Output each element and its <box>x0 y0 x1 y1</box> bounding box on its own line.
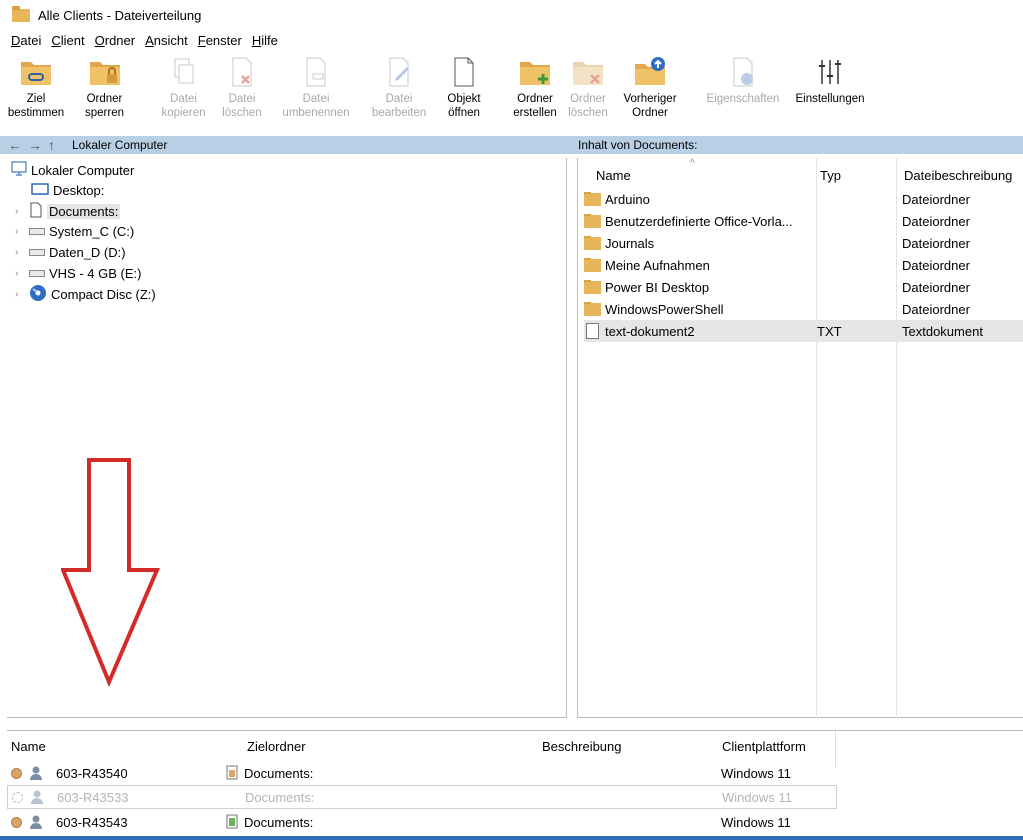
edit-file-button[interactable]: Datei bearbeiten <box>364 54 434 120</box>
lock-folder-button[interactable]: Ordner sperren <box>72 54 137 120</box>
drive-icon <box>29 269 45 277</box>
menu-datei[interactable]: Datei <box>11 33 41 53</box>
column-header-type[interactable]: Typ <box>820 168 841 183</box>
menu-bar: Datei Client Ordner Ansicht Fenster Hilf… <box>0 33 278 53</box>
folder-icon <box>584 213 601 228</box>
folder-link-icon <box>19 54 53 90</box>
folder-add-icon <box>518 54 552 90</box>
toolbar: Ziel bestimmen Ordner sperren Datei kopi… <box>0 54 1023 136</box>
tree-item-desktop[interactable]: Desktop: <box>31 180 104 200</box>
tree-item-documents[interactable]: › Documents: <box>15 201 121 221</box>
document-icon <box>29 202 43 221</box>
up-arrow-icon[interactable]: ↑ <box>48 137 55 153</box>
expand-chevron-icon[interactable]: › <box>15 206 25 217</box>
open-object-icon <box>447 54 481 90</box>
forward-arrow-icon[interactable]: → <box>28 137 42 153</box>
user-icon <box>29 789 45 805</box>
file-row[interactable]: Journals Dateiordner <box>584 232 1023 254</box>
settings-button[interactable]: Einstellungen <box>788 54 872 106</box>
drive-icon <box>29 248 45 256</box>
red-arrow-down-annotation <box>61 458 161 688</box>
navigation-arrows: ← → ↑ <box>0 137 72 153</box>
folder-icon <box>584 257 601 272</box>
folder-lock-icon <box>88 54 122 90</box>
copy-file-button[interactable]: Datei kopieren <box>151 54 216 120</box>
client-list: Name Zielordner Beschreibung Clientplatt… <box>7 730 1023 840</box>
folder-up-icon <box>633 54 667 90</box>
tree-item-local-computer[interactable]: Lokaler Computer <box>11 160 134 180</box>
folder-delete-icon <box>571 54 605 90</box>
file-row-selected[interactable]: text-dokument2 TXT Textdokument <box>584 320 1023 342</box>
folder-icon <box>584 279 601 294</box>
create-folder-button[interactable]: Ordner erstellen <box>506 54 564 120</box>
folder-tree: Lokaler Computer Desktop: › Documents: ›… <box>7 158 567 718</box>
folder-icon <box>12 5 30 22</box>
properties-icon <box>726 54 760 90</box>
folder-icon <box>584 191 601 206</box>
delete-file-button[interactable]: Datei löschen <box>216 54 268 120</box>
status-strip <box>0 836 1023 840</box>
column-header-platform[interactable]: Clientplattform <box>722 739 806 754</box>
rename-file-icon <box>299 54 333 90</box>
edit-file-icon <box>382 54 416 90</box>
menu-hilfe[interactable]: Hilfe <box>252 33 278 53</box>
folder-icon <box>584 301 601 316</box>
status-dot-icon <box>12 791 23 803</box>
file-row[interactable]: Meine Aufnahmen Dateiordner <box>584 254 1023 276</box>
client-row[interactable]: 603-R43543 Documents: Windows 11 <box>7 810 837 834</box>
content-path-label: Inhalt von Documents: <box>578 138 698 152</box>
copy-file-icon <box>167 54 201 90</box>
file-row[interactable]: WindowsPowerShell Dateiordner <box>584 298 1023 320</box>
expand-chevron-icon[interactable]: › <box>15 289 25 300</box>
status-dot-icon <box>11 767 22 779</box>
open-object-button[interactable]: Objekt öffnen <box>434 54 494 120</box>
column-header-target-folder[interactable]: Zielordner <box>247 739 306 754</box>
delete-file-icon <box>225 54 259 90</box>
target-set-button[interactable]: Ziel bestimmen <box>0 54 72 120</box>
user-icon <box>28 814 44 830</box>
column-header-description[interactable]: Dateibeschreibung <box>904 168 1012 183</box>
file-row[interactable]: Arduino Dateiordner <box>584 188 1023 210</box>
menu-ansicht[interactable]: Ansicht <box>145 33 188 53</box>
battery-doc-icon <box>226 764 244 783</box>
expand-chevron-icon[interactable]: › <box>15 247 25 258</box>
tree-item-vhs-e[interactable]: › VHS - 4 GB (E:) <box>15 263 141 283</box>
path-bar: ← → ↑ Lokaler Computer Inhalt von Docume… <box>0 136 1023 154</box>
back-arrow-icon[interactable]: ← <box>8 137 22 153</box>
tree-item-compact-disc-z[interactable]: › Compact Disc (Z:) <box>15 284 156 304</box>
previous-folder-button[interactable]: Vorheriger Ordner <box>612 54 688 120</box>
text-document-icon <box>586 323 599 339</box>
tree-path-label: Lokaler Computer <box>72 138 168 152</box>
client-row[interactable]: 603-R43540 Documents: Windows 11 <box>7 761 837 785</box>
status-dot-icon <box>11 816 22 828</box>
battery-doc-icon <box>226 813 244 832</box>
column-header-description[interactable]: Beschreibung <box>542 739 622 754</box>
file-list: Name ^ Typ Dateibeschreibung Arduino Dat… <box>577 158 1023 718</box>
tree-item-daten-d[interactable]: › Daten_D (D:) <box>15 242 126 262</box>
file-row[interactable]: Benutzerdefinierte Office-Vorla... Datei… <box>584 210 1023 232</box>
delete-folder-button[interactable]: Ordner löschen <box>564 54 612 120</box>
client-row-offline[interactable]: 603-R43533 Documents: Windows 11 <box>7 785 837 809</box>
title-bar: Alle Clients - Dateiverteilung <box>0 0 1023 30</box>
disc-icon <box>29 284 47 305</box>
window-title: Alle Clients - Dateiverteilung <box>38 7 202 23</box>
settings-sliders-icon <box>813 54 847 90</box>
menu-client[interactable]: Client <box>51 33 84 53</box>
file-row[interactable]: Power BI Desktop Dateiordner <box>584 276 1023 298</box>
tree-item-system-c[interactable]: › System_C (C:) <box>15 221 134 241</box>
column-header-name[interactable]: Name <box>11 739 46 754</box>
column-header-name[interactable]: Name <box>596 168 631 183</box>
sort-up-icon: ^ <box>690 158 695 169</box>
menu-fenster[interactable]: Fenster <box>198 33 242 53</box>
rename-file-button[interactable]: Datei umbenennen <box>268 54 364 120</box>
menu-ordner[interactable]: Ordner <box>95 33 135 53</box>
drive-icon <box>29 227 45 235</box>
expand-chevron-icon[interactable]: › <box>15 268 25 279</box>
properties-button[interactable]: Eigenschaften <box>698 54 788 106</box>
expand-chevron-icon[interactable]: › <box>15 226 25 237</box>
monitor-icon <box>11 161 27 179</box>
folder-icon <box>584 235 601 250</box>
desktop-icon <box>31 182 49 199</box>
user-icon <box>28 765 44 781</box>
